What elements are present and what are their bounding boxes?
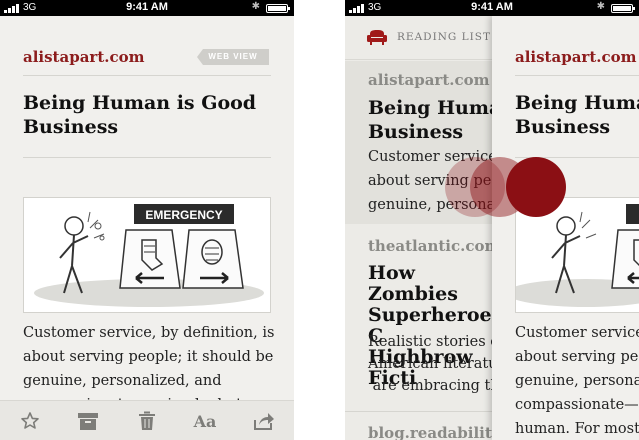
- clock: 9:41 AM: [126, 1, 168, 13]
- share-icon[interactable]: [252, 409, 276, 433]
- article-site-link[interactable]: alistapart.com: [515, 48, 636, 66]
- article-toolbar: Aa: [0, 400, 294, 440]
- sign-text: EMERGENCY: [145, 208, 222, 222]
- body-line: compassionate—c: [515, 397, 639, 413]
- body-line: human. For most: [515, 421, 639, 437]
- excerpt-line: American literatur: [368, 356, 505, 372]
- divider: [515, 75, 639, 76]
- list-item[interactable]: theatlantic.com How Zombies Superheroes …: [345, 237, 508, 407]
- reading-list-screen: 3G 9:41 AM ✱ READING LIST alistapart.com…: [345, 0, 639, 440]
- item-excerpt: Realistic stories on American literatur …: [368, 331, 508, 397]
- article-title: Being Human Business: [515, 91, 639, 139]
- item-site: alistapart.com: [368, 71, 490, 89]
- excerpt-line: are embracing the: [368, 378, 509, 394]
- reading-list-title: READING LIST: [397, 31, 491, 43]
- body-line: genuine, personal: [515, 373, 639, 389]
- armchair-icon[interactable]: [367, 29, 387, 49]
- title-line: Business: [23, 116, 119, 138]
- list-item-content: alistapart.com: [368, 71, 489, 89]
- clock: 9:41 AM: [471, 1, 513, 13]
- body-line: Customer service, by definition, is: [23, 325, 275, 341]
- battery-icon: [611, 4, 635, 13]
- article-title: Being Human is Good Business: [23, 91, 256, 139]
- trash-icon[interactable]: [135, 409, 159, 433]
- title-line: Being Human is Good: [23, 92, 257, 114]
- title-line: Being Human: [515, 92, 639, 114]
- battery-icon: [266, 4, 290, 13]
- article-site-link[interactable]: alistapart.com: [23, 48, 144, 66]
- divider: [23, 157, 271, 158]
- status-bar: 3G 9:41 AM ✱: [0, 0, 294, 16]
- divider: [23, 75, 271, 76]
- article-body: Customer service about serving peo genui…: [515, 321, 639, 440]
- title-line: How Zombies: [368, 262, 458, 305]
- star-icon[interactable]: [18, 409, 42, 433]
- touch-point-indicator: [506, 157, 566, 217]
- body-line: Customer service: [515, 325, 639, 341]
- article-view-screen: 3G 9:41 AM ✱ alistapart.com WEB VIEW Bei…: [0, 0, 294, 440]
- title-line: Business: [515, 116, 611, 138]
- status-bar: 3G 9:41 AM ✱: [345, 0, 639, 16]
- item-site: theatlantic.com: [368, 237, 501, 255]
- archive-icon[interactable]: [76, 409, 100, 433]
- excerpt-line: Realistic stories on: [368, 334, 509, 350]
- bluetooth-icon: ✱: [596, 1, 605, 12]
- bluetooth-icon: ✱: [251, 1, 260, 12]
- body-line: about serving peo: [515, 349, 639, 365]
- body-line: about serving people; it should be: [23, 349, 274, 365]
- text-size-button[interactable]: Aa: [190, 409, 220, 433]
- article-illustration: EMERGENCY: [23, 197, 271, 313]
- web-view-button[interactable]: WEB VIEW: [197, 49, 269, 65]
- article-panel[interactable]: alistapart.com Being Human Business Cust…: [492, 16, 639, 440]
- body-line: genuine, personalized, and: [23, 373, 222, 389]
- divider: [345, 411, 495, 412]
